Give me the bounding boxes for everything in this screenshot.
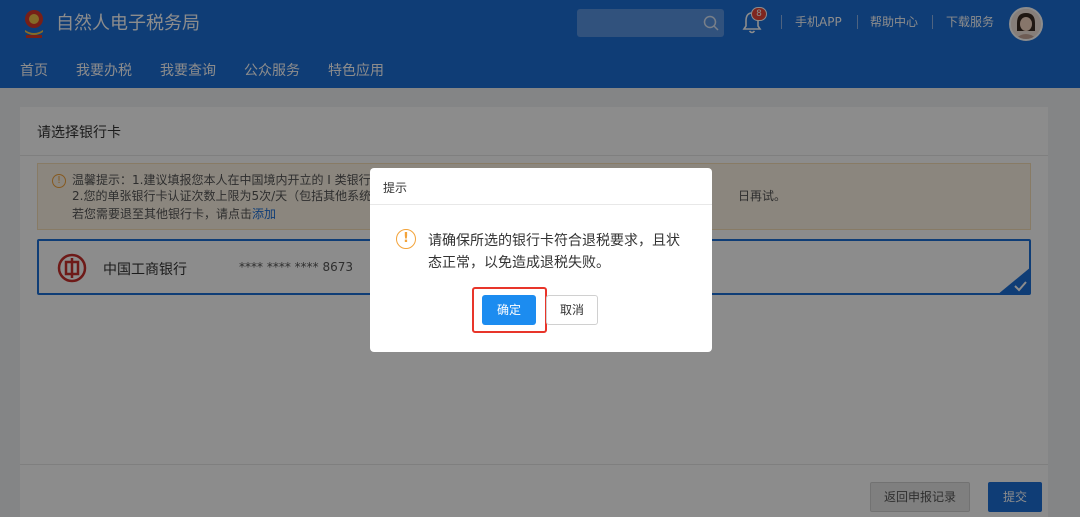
warning-icon: !	[396, 229, 416, 249]
confirm-button[interactable]: 确定	[482, 295, 536, 325]
confirm-dialog: 提示 ! 请确保所选的银行卡符合退税要求，且状态正常，以免造成退税失败。 确定 …	[370, 168, 712, 352]
dialog-message: 请确保所选的银行卡符合退税要求，且状态正常，以免造成退税失败。	[428, 233, 680, 271]
divider	[370, 204, 712, 205]
dialog-title: 提示	[383, 181, 408, 195]
cancel-button[interactable]: 取消	[546, 295, 598, 325]
